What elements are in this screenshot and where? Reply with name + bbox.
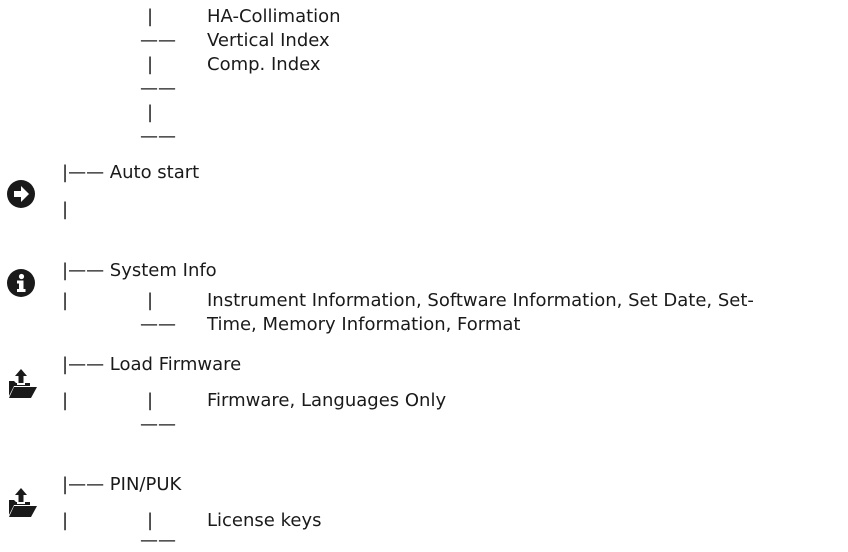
tree-pipe: | — [147, 510, 154, 531]
info-circle-icon — [6, 268, 36, 298]
tree-pipe: | — [62, 199, 69, 220]
folder-upload-icon — [8, 488, 38, 518]
tree-pipe: | — [62, 510, 69, 531]
tree-pipe: | — [147, 102, 154, 123]
tree-pipe: | — [62, 390, 69, 411]
tree-pipe: | — [147, 390, 154, 411]
menu-item-comp-index: Comp. Index — [207, 54, 321, 75]
submenu-text-system-info-line2: Time, Memory Information, Format — [207, 314, 521, 335]
tree-pipe: | — [147, 290, 154, 311]
menu-branch-load-firmware: |—— Load Firmware — [62, 354, 242, 375]
tree-pipe: | — [147, 6, 154, 27]
submenu-text-system-info-line1: Instrument Information, Software Informa… — [207, 290, 754, 311]
submenu-text-load-firmware: Firmware, Languages Only — [207, 390, 447, 411]
tree-dash: —— — [140, 414, 176, 435]
tree-pipe: | — [147, 54, 154, 75]
menu-item-ha-collimation: HA-Collimation — [207, 6, 341, 27]
menu-branch-system-info: |—— System Info — [62, 260, 217, 281]
menu-branch-pin-puk: |—— PIN/PUK — [62, 474, 182, 495]
submenu-text-pin-puk: License keys — [207, 510, 322, 531]
tree-dash: —— — [140, 30, 176, 51]
menu-item-vertical-index: Vertical Index — [207, 30, 330, 51]
tree-pipe: | — [62, 290, 69, 311]
tree-dash: —— — [140, 314, 176, 335]
arrow-circle-right-icon — [6, 179, 36, 209]
folder-upload-icon — [8, 369, 38, 399]
menu-branch-auto-start: |—— Auto start — [62, 162, 200, 183]
tree-dash: —— — [140, 126, 176, 147]
tree-dash: —— — [140, 78, 176, 99]
tree-dash: —— — [140, 530, 176, 551]
